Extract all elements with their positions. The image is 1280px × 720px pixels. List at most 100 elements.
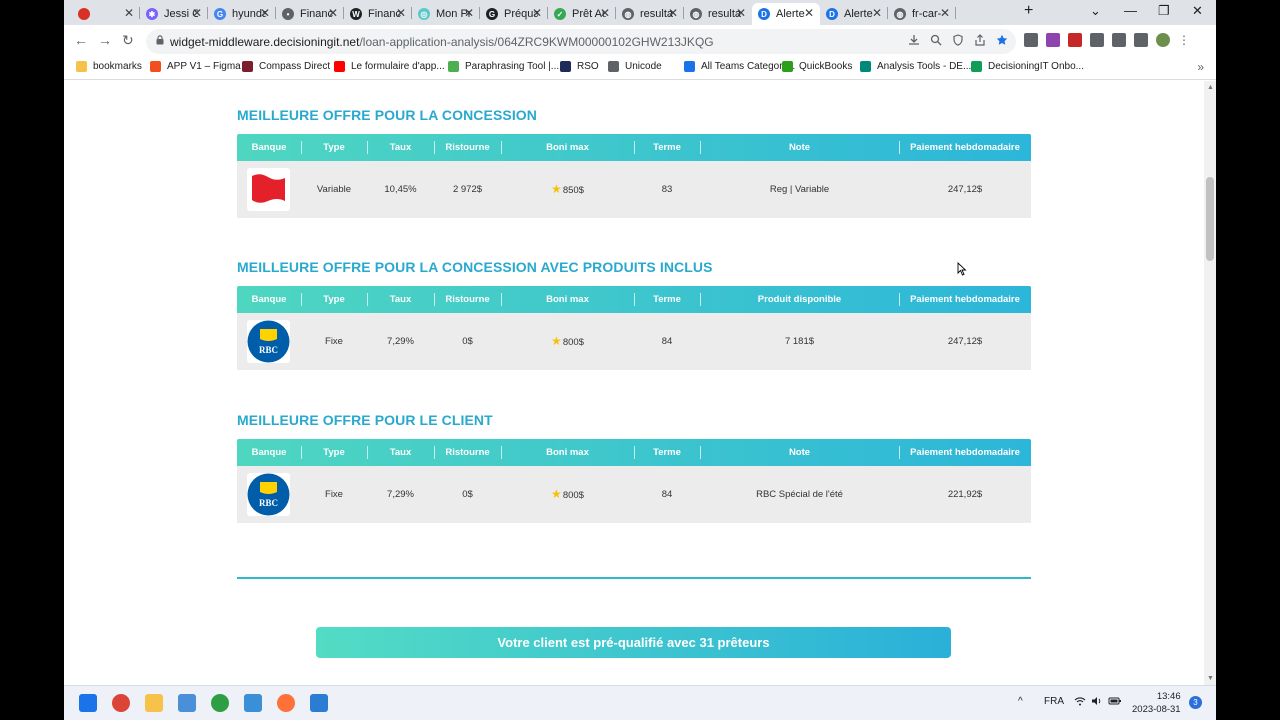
browser-tab[interactable]: D Alerte ✕ <box>820 3 888 25</box>
tab-close-icon[interactable]: ✕ <box>464 6 474 20</box>
bookmark-item[interactable]: QuickBooks <box>782 61 852 72</box>
side-panel-icon[interactable] <box>1134 33 1148 47</box>
camera-extension-icon[interactable] <box>1024 33 1038 47</box>
bookmark-item[interactable]: Le formulaire d'app... <box>334 61 445 72</box>
tab-close-icon[interactable]: ✕ <box>736 6 746 20</box>
pdf-extension-icon[interactable] <box>1068 33 1082 47</box>
forward-button[interactable]: → <box>98 32 112 48</box>
bookmark-label: All Teams Category... <box>701 61 796 72</box>
browser-tab[interactable]: ◍ fr-car- ✕ <box>888 3 956 25</box>
tab-close-icon[interactable]: ✕ <box>940 6 950 20</box>
tab-close-icon[interactable]: ✕ <box>396 6 406 20</box>
tray-overflow-chevron-icon[interactable]: ^ <box>1018 696 1023 707</box>
bookmark-favicon-icon <box>971 61 982 72</box>
scrollbar-thumb[interactable] <box>1206 177 1214 261</box>
zoom-icon[interactable] <box>930 34 942 46</box>
browser-tab[interactable]: ◎ Mon Pr ✕ <box>412 3 480 25</box>
bookmark-item[interactable]: APP V1 – Figma <box>150 61 241 72</box>
tab-close-icon[interactable]: ✕ <box>804 6 814 20</box>
input-language-indicator[interactable]: FRA <box>1044 696 1064 707</box>
scroll-down-arrow-icon[interactable]: ▼ <box>1207 675 1214 682</box>
bookmark-item[interactable]: Analysis Tools - DE... <box>860 61 971 72</box>
page-scrollbar[interactable]: ▲ ▼ <box>1204 81 1216 685</box>
bookmark-star-icon[interactable] <box>996 34 1008 46</box>
shield-icon[interactable] <box>952 34 964 46</box>
bookmark-item[interactable]: DecisioningIT Onbo... <box>971 61 1084 72</box>
browser-tab[interactable]: • Financ ✕ <box>276 3 344 25</box>
tab-close-icon[interactable]: ✕ <box>872 6 882 20</box>
new-tab-button[interactable]: + <box>1024 2 1033 20</box>
column-separator <box>434 141 435 154</box>
tab-close-icon[interactable]: ✕ <box>600 6 610 20</box>
column-header: Boni max <box>546 294 589 305</box>
snipping-tool-icon[interactable] <box>244 694 262 712</box>
extensions-puzzle-icon[interactable] <box>1090 33 1104 47</box>
browser-tab[interactable]: ✕ <box>72 3 140 25</box>
bookmark-label: RSO <box>577 61 599 72</box>
restore-button[interactable]: ❐ <box>1158 3 1170 19</box>
paint-icon[interactable] <box>310 694 328 712</box>
xbox-app-icon[interactable] <box>211 694 229 712</box>
browser-tab[interactable]: D Alerte ✕ <box>752 3 820 25</box>
address-bar[interactable]: widget-middleware.decisioningit.net/loan… <box>146 29 1016 54</box>
browser-tab[interactable]: ✱Jessi Ca✕ <box>140 3 208 25</box>
rbc-logo-text: RBC <box>259 498 278 508</box>
kebab-menu-icon[interactable]: ⋮ <box>1178 33 1192 47</box>
tab-favicon-icon: D <box>758 8 770 20</box>
tab-search-icon[interactable]: ⌄ <box>1090 3 1101 19</box>
tab-close-icon[interactable]: ✕ <box>260 6 270 20</box>
term-cell: 84 <box>661 489 673 500</box>
bookmark-label: DecisioningIT Onbo... <box>988 61 1084 72</box>
volume-icon[interactable] <box>1091 696 1103 706</box>
column-separator <box>501 446 502 459</box>
bookmark-favicon-icon <box>684 61 695 72</box>
bookmark-item[interactable]: Compass Direct <box>242 61 330 72</box>
reload-button[interactable]: ↻ <box>122 32 134 49</box>
share-icon[interactable] <box>974 34 986 46</box>
tab-close-icon[interactable]: ✕ <box>124 6 134 20</box>
tab-close-icon[interactable]: ✕ <box>532 6 542 20</box>
bookmark-item[interactable]: bookmarks <box>76 61 142 72</box>
lock-icon[interactable] <box>156 35 164 45</box>
column-header: Ristourne <box>445 142 490 153</box>
column-header: Type <box>323 447 345 458</box>
bookmark-item[interactable]: All Teams Category... <box>684 61 795 72</box>
chrome-icon[interactable] <box>112 694 130 712</box>
browser-tab[interactable]: Ghyunda ✕ <box>208 3 276 25</box>
puzzle-color-extension-icon[interactable] <box>1046 33 1060 47</box>
prequalified-lenders-button[interactable]: Votre client est pré-qualifié avec 31 pr… <box>316 627 951 658</box>
battery-icon[interactable] <box>1108 696 1122 706</box>
profile-avatar-icon[interactable] <box>1156 33 1170 47</box>
back-button[interactable]: ← <box>74 32 88 48</box>
column-separator <box>899 141 900 154</box>
browser-tab[interactable]: ✓ Prêt Au ✕ <box>548 3 616 25</box>
minimize-button[interactable]: — <box>1124 3 1137 18</box>
bookmarks-overflow-button[interactable]: » <box>1197 60 1204 74</box>
reading-list-icon[interactable] <box>1112 33 1126 47</box>
bookmark-item[interactable]: Paraphrasing Tool |... <box>448 61 559 72</box>
firefox-icon[interactable] <box>277 694 295 712</box>
tab-close-icon[interactable]: ✕ <box>668 6 678 20</box>
browser-tab[interactable]: W Financ ✕ <box>344 3 412 25</box>
close-window-button[interactable]: ✕ <box>1192 3 1203 19</box>
tab-close-icon[interactable]: ✕ <box>328 6 338 20</box>
file-explorer-icon[interactable] <box>145 694 163 712</box>
browser-tab[interactable]: ◍ resulta ✕ <box>684 3 752 25</box>
notification-badge[interactable]: 3 <box>1189 696 1202 709</box>
wifi-icon[interactable] <box>1074 696 1086 706</box>
column-separator <box>367 446 368 459</box>
browser-tab[interactable]: G Préqua ✕ <box>480 3 548 25</box>
browser-tab[interactable]: ◍ resulta ✕ <box>616 3 684 25</box>
windows-start-icon[interactable] <box>79 694 97 712</box>
bookmark-label: QuickBooks <box>799 61 853 72</box>
column-header: Terme <box>653 142 681 153</box>
download-icon[interactable] <box>908 34 920 46</box>
bookmark-item[interactable]: RSO <box>560 61 599 72</box>
scroll-up-arrow-icon[interactable]: ▲ <box>1207 84 1214 91</box>
tab-close-icon[interactable]: ✕ <box>192 6 202 20</box>
url-text[interactable]: widget-middleware.decisioningit.net/loan… <box>170 35 714 49</box>
bookmark-favicon-icon <box>76 61 87 72</box>
notepad-icon[interactable] <box>178 694 196 712</box>
system-clock[interactable]: 13:46 2023-08-31 <box>1132 690 1181 716</box>
bookmark-item[interactable]: Unicode <box>608 61 662 72</box>
